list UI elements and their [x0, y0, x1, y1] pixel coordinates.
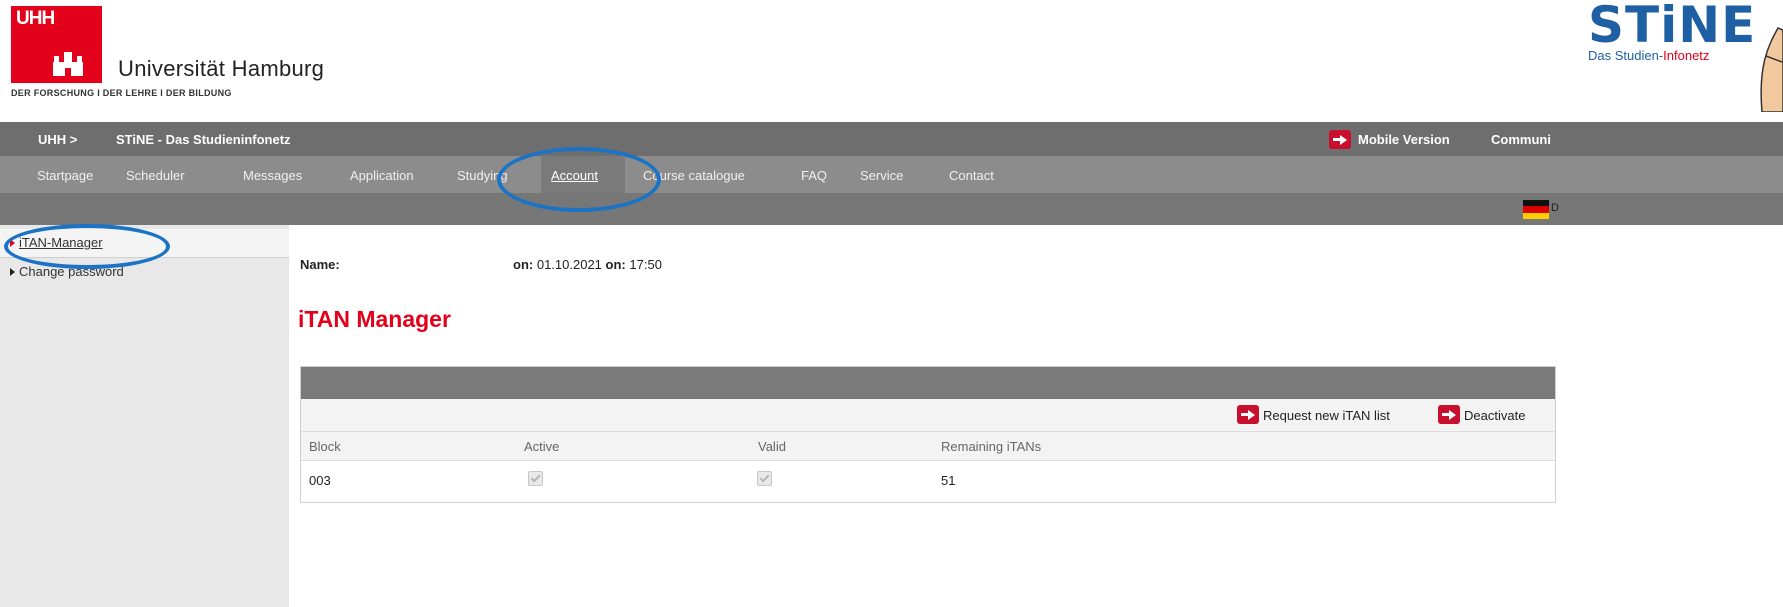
valid-checkbox [757, 471, 772, 486]
deactivate-link[interactable]: Deactivate [1464, 408, 1525, 423]
breadcrumb-uhh[interactable]: UHH > [38, 132, 77, 147]
name-label: Name: [300, 257, 340, 272]
breadcrumb-stine[interactable]: STiNE - Das Studieninfonetz [116, 132, 291, 147]
nav-account[interactable]: Account [551, 168, 598, 183]
column-header-remaining: Remaining iTANs [941, 439, 1042, 454]
hamburg-castle-icon [53, 52, 83, 76]
language-label[interactable]: D [1551, 202, 1559, 214]
sidebar-item-change-password[interactable]: Change password [0, 258, 289, 286]
sidebar-item-label: Change password [19, 264, 124, 279]
nav-contact[interactable]: Contact [949, 168, 994, 183]
sidebar-item-itan-manager[interactable]: iTAN-Manager [0, 229, 289, 258]
login-timestamp: on: 01.10.2021 on: 17:50 [513, 257, 662, 272]
german-flag-icon[interactable] [1523, 200, 1549, 219]
uhh-mark: UHH [16, 8, 55, 29]
nav-service[interactable]: Service [860, 168, 903, 183]
column-header-valid: Valid [758, 439, 786, 454]
stine-logo[interactable]: STiNE Das Studien-Infonetz [1450, 0, 1783, 112]
uhh-logo[interactable]: UHH [11, 6, 102, 83]
column-header-block: Block [309, 439, 341, 454]
nav-studying[interactable]: Studying [457, 168, 508, 183]
column-header-active: Active [524, 439, 560, 454]
community-link[interactable]: Communi [1491, 132, 1551, 147]
request-new-itan-list-link[interactable]: Request new iTAN list [1263, 408, 1390, 423]
mobile-version-link[interactable]: Mobile Version [1358, 132, 1450, 147]
sidebar-item-label: iTAN-Manager [19, 235, 103, 250]
nav-course-catalogue[interactable]: Course catalogue [643, 168, 745, 183]
language-bar: D [0, 193, 1783, 225]
itan-table: Request new iTAN list Deactivate Block A… [300, 366, 1556, 503]
nav-scheduler[interactable]: Scheduler [126, 168, 185, 183]
nav-messages[interactable]: Messages [243, 168, 302, 183]
mobile-version-arrow-icon[interactable] [1329, 130, 1351, 154]
table-column-headers: Block Active Valid Remaining iTANs [301, 431, 1555, 460]
request-arrow-icon[interactable] [1237, 405, 1259, 429]
mascot-figure-icon [1760, 27, 1783, 112]
nav-faq[interactable]: FAQ [801, 168, 827, 183]
nav-application[interactable]: Application [350, 168, 414, 183]
page-title: iTAN Manager [298, 306, 451, 332]
top-breadcrumb-bar: UHH > STiNE - Das Studieninfonetz Mobile… [0, 122, 1783, 156]
university-name: Universität Hamburg [118, 56, 325, 81]
nav-startpage[interactable]: Startpage [37, 168, 93, 183]
table-row: 003 51 [301, 460, 1555, 501]
university-claim: DER FORSCHUNG I DER LEHRE I DER BILDUNG [11, 88, 232, 98]
sidebar: iTAN-Manager Change password [0, 225, 289, 607]
triangle-icon [10, 268, 15, 276]
cell-remaining: 51 [941, 473, 956, 488]
stine-subtitle: Das Studien-Infonetz [1588, 48, 1710, 63]
table-header-bar [301, 367, 1555, 399]
active-triangle-icon [10, 239, 15, 247]
table-actions: Request new iTAN list Deactivate [301, 399, 1555, 431]
cell-block: 003 [309, 473, 331, 488]
stine-wordmark: STiNE [1588, 0, 1757, 54]
active-checkbox [528, 471, 543, 486]
main-navigation: Startpage Scheduler Messages Application… [0, 156, 1783, 193]
deactivate-arrow-icon[interactable] [1438, 405, 1460, 429]
